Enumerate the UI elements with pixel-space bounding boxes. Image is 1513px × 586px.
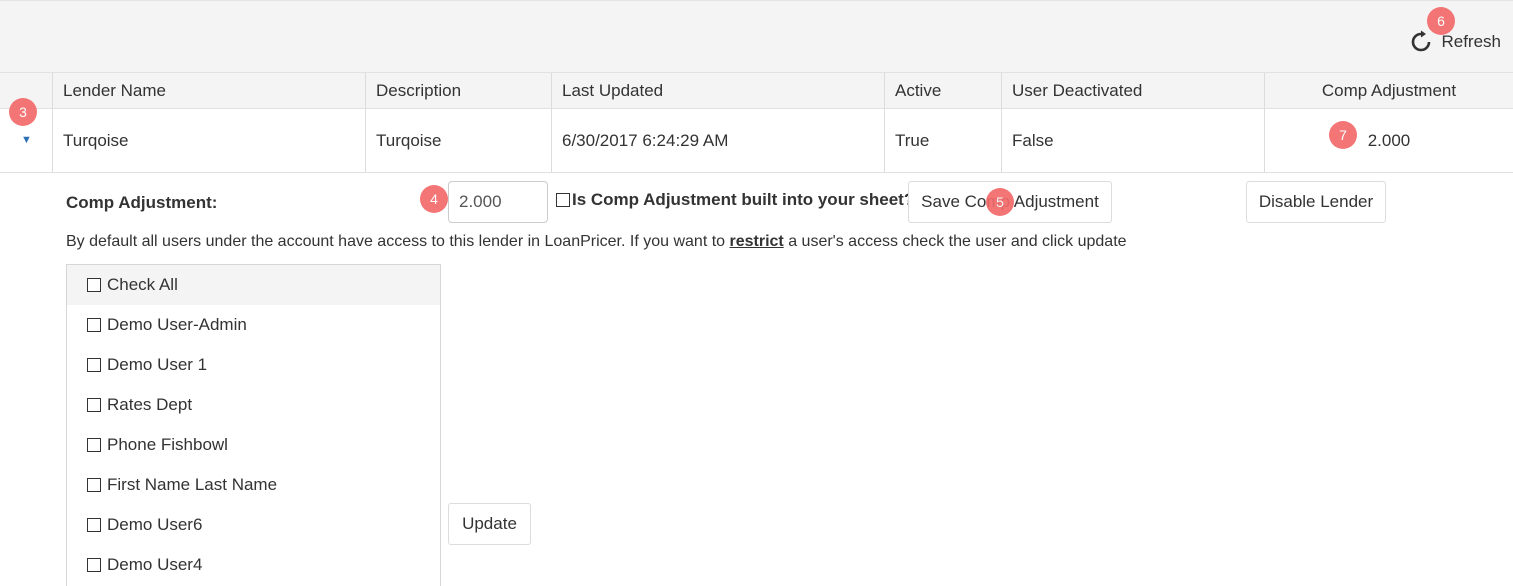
column-header-active[interactable]: Active: [884, 73, 1001, 108]
list-item[interactable]: Demo User-Admin: [67, 305, 440, 345]
built-in-checkbox[interactable]: [556, 193, 570, 207]
refresh-icon: [1412, 30, 1431, 52]
update-button[interactable]: Update: [448, 503, 531, 545]
cell-description: Turqoise: [365, 109, 551, 172]
refresh-label: Refresh: [1441, 32, 1501, 51]
check-all-item[interactable]: Check All: [67, 265, 440, 305]
user-checkbox[interactable]: [87, 438, 101, 452]
cell-last-updated: 6/30/2017 6:24:29 AM: [551, 109, 884, 172]
list-item[interactable]: Demo User4: [67, 545, 440, 585]
grid-toolbar: [0, 0, 1513, 72]
column-header-description[interactable]: Description: [365, 73, 551, 108]
list-item-label: Demo User4: [107, 555, 203, 574]
column-header-user-deactivated[interactable]: User Deactivated: [1001, 73, 1264, 108]
list-item[interactable]: Demo User6: [67, 505, 440, 545]
grid-header: Lender Name Description Last Updated Act…: [0, 72, 1513, 109]
disable-lender-button[interactable]: Disable Lender: [1246, 181, 1386, 223]
cell-active: True: [884, 109, 1001, 172]
check-all-checkbox[interactable]: [87, 278, 101, 292]
list-item[interactable]: Rates Dept: [67, 385, 440, 425]
cell-comp-adjustment: 2.000: [1264, 109, 1513, 172]
user-checkbox[interactable]: [87, 398, 101, 412]
user-checkbox[interactable]: [87, 358, 101, 372]
user-checkbox[interactable]: [87, 478, 101, 492]
cell-lender-name: Turqoise: [52, 109, 365, 172]
list-item[interactable]: First Name Last Name: [67, 465, 440, 505]
comp-adjustment-input[interactable]: [448, 181, 548, 223]
list-item-label: Check All: [107, 275, 178, 294]
table-row[interactable]: Turqoise Turqoise 6/30/2017 6:24:29 AM T…: [0, 109, 1513, 173]
annotation-badge: 3: [9, 98, 37, 126]
annotation-badge: 5: [986, 188, 1014, 216]
users-list: Check All Demo User-Admin Demo User 1 Ra…: [66, 264, 441, 586]
list-item[interactable]: Phone Fishbowl: [67, 425, 440, 465]
user-checkbox[interactable]: [87, 318, 101, 332]
list-item-label: Demo User-Admin: [107, 315, 247, 334]
annotation-badge: 4: [420, 185, 448, 213]
list-item[interactable]: Demo User 1: [67, 345, 440, 385]
list-item-label: Rates Dept: [107, 395, 193, 414]
built-in-checkbox-group: Is Comp Adjustment built into your sheet…: [556, 190, 914, 210]
user-checkbox[interactable]: [87, 558, 101, 572]
list-item-label: First Name Last Name: [107, 475, 278, 494]
cell-user-deactivated: False: [1001, 109, 1264, 172]
expand-row-arrow-icon[interactable]: ▼: [21, 134, 32, 146]
column-header-last-updated[interactable]: Last Updated: [551, 73, 884, 108]
annotation-badge: 6: [1427, 7, 1455, 35]
refresh-button[interactable]: Refresh: [1409, 30, 1501, 54]
list-item-label: Demo User6: [107, 515, 203, 534]
list-item-label: Demo User 1: [107, 355, 208, 374]
annotation-badge: 7: [1329, 121, 1357, 149]
column-header-comp-adjustment[interactable]: Comp Adjustment: [1264, 73, 1513, 108]
user-checkbox[interactable]: [87, 518, 101, 532]
built-in-label: Is Comp Adjustment built into your sheet…: [572, 190, 915, 209]
comp-adjustment-label: Comp Adjustment:: [66, 193, 218, 212]
list-item-label: Phone Fishbowl: [107, 435, 228, 454]
column-header-lender-name[interactable]: Lender Name: [52, 73, 365, 108]
default-access-text: By default all users under the account h…: [66, 233, 1127, 250]
restrict-emphasis: restrict: [729, 233, 784, 250]
